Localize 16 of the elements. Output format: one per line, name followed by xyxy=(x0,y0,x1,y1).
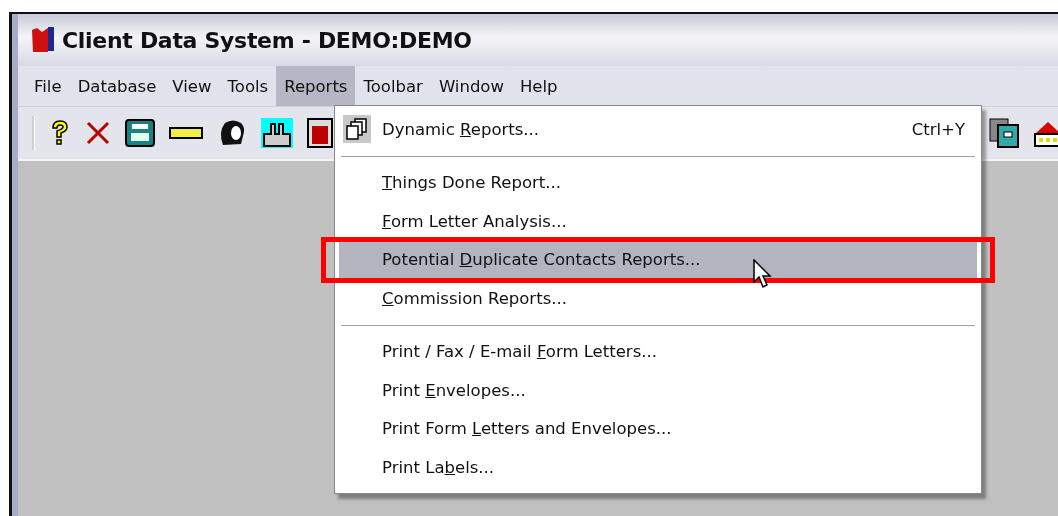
menu-option[interactable]: Form Letter Analysis... xyxy=(339,202,977,241)
menu-item[interactable]: Tools xyxy=(219,66,277,106)
menu-option[interactable]: Print Labels... xyxy=(339,448,977,487)
menu-item[interactable]: Window xyxy=(430,66,512,106)
menu-option[interactable]: Print Form Letters and Envelopes... xyxy=(339,409,977,448)
menu-option[interactable]: Things Done Report... xyxy=(339,163,977,202)
menu-item[interactable]: View xyxy=(164,66,220,106)
window-title: Client Data System - DEMO:DEMO xyxy=(62,27,472,53)
menu-item[interactable]: File xyxy=(26,66,70,106)
menu-item[interactable]: Toolbar xyxy=(355,66,431,106)
menu-option[interactable]: Print Envelopes... xyxy=(339,371,977,410)
menu-item[interactable]: Help xyxy=(511,66,566,106)
menu-item[interactable]: Reports xyxy=(276,66,356,106)
menu-item[interactable]: Database xyxy=(69,66,165,106)
menu-option[interactable]: Commission Reports... xyxy=(339,279,977,318)
menu-option[interactable]: Print / Fax / E-mail Form Letters... xyxy=(339,332,977,371)
